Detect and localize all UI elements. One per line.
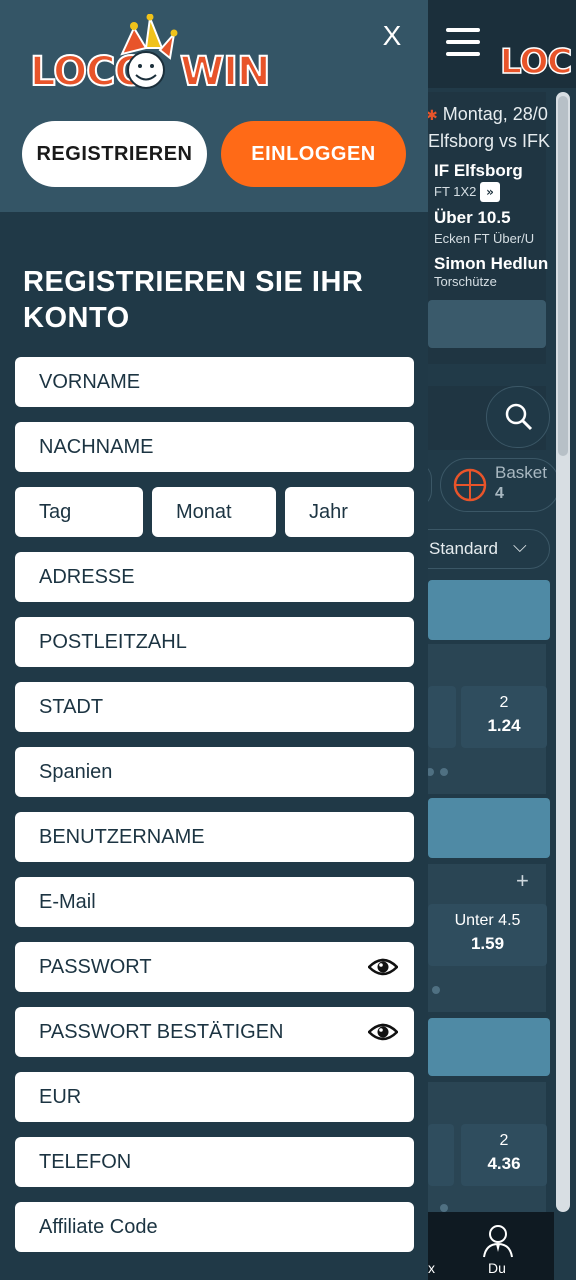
forward-icon: » — [480, 182, 500, 202]
birth-month-input[interactable] — [152, 487, 276, 537]
city-field[interactable] — [15, 682, 414, 732]
username-input[interactable] — [15, 812, 414, 862]
odds-value: 1.24 — [487, 716, 521, 735]
bet-selection-1: IF Elfsborg — [434, 161, 523, 180]
league-header-1[interactable] — [428, 580, 550, 640]
password-input[interactable] — [15, 942, 414, 992]
phone-input[interactable] — [15, 1137, 414, 1187]
affiliate-code-input[interactable] — [15, 1202, 414, 1252]
affiliate-code-field[interactable] — [15, 1202, 414, 1252]
birth-day-field[interactable] — [15, 487, 143, 537]
address-input[interactable] — [15, 552, 414, 602]
nav-item-profile-label: Du — [488, 1260, 506, 1276]
logo-text-right: WIN — [179, 49, 272, 95]
currency-input[interactable] — [15, 1072, 414, 1122]
eye-icon[interactable] — [368, 955, 398, 979]
birth-month-field[interactable] — [152, 487, 276, 537]
betslip-action-bar[interactable] — [428, 300, 546, 348]
pager-dot — [440, 768, 448, 776]
birth-year-field[interactable] — [285, 487, 414, 537]
bet-market-3: Torschütze — [434, 274, 497, 289]
bet-market-1: FT 1X2 — [434, 184, 477, 199]
league-header-2[interactable] — [428, 798, 550, 858]
odds-button-3-left[interactable] — [428, 1124, 454, 1186]
date-label: ✱ Montag, 28/0 — [426, 104, 548, 124]
sport-tab-count: 4 — [495, 485, 504, 502]
email-input[interactable] — [15, 877, 414, 927]
registration-drawer: LOCO WIN X REGISTRIEREN EINLOGGEN REGIST… — [0, 0, 428, 1280]
scrollbar-thumb[interactable] — [558, 96, 568, 456]
address-field[interactable] — [15, 552, 414, 602]
sort-label: Standard — [429, 539, 498, 558]
pager-dot — [440, 1204, 448, 1212]
odds-value: 4.36 — [487, 1154, 521, 1173]
odds-button-3[interactable]: 2 4.36 — [461, 1124, 547, 1186]
match-label: Elfsborg vs IFK — [428, 131, 551, 151]
eye-icon[interactable] — [368, 1020, 398, 1044]
country-select[interactable] — [15, 747, 414, 797]
bottom-navigation: x Du — [428, 1212, 554, 1280]
first-name-input[interactable] — [15, 357, 414, 407]
odds-label: 2 — [499, 1132, 509, 1149]
birth-day-input[interactable] — [15, 487, 143, 537]
postal-code-input[interactable] — [15, 617, 414, 667]
bet-selection-3: Simon Hedlun — [434, 254, 549, 273]
bet-market-2: Ecken FT Über/U — [434, 231, 535, 246]
password-confirm-input[interactable] — [15, 1007, 414, 1057]
city-input[interactable] — [15, 682, 414, 732]
currency-select[interactable] — [15, 1072, 414, 1122]
phone-field[interactable] — [15, 1137, 414, 1187]
sport-tab-label: Basket — [495, 463, 547, 482]
user-icon — [483, 1225, 513, 1258]
search-icon[interactable] — [486, 386, 550, 448]
pager-dot — [432, 986, 440, 994]
league-header-3[interactable] — [428, 1018, 550, 1076]
login-button[interactable]: EINLOGGEN — [221, 121, 406, 187]
password-field[interactable] — [15, 942, 414, 992]
close-button[interactable]: X — [376, 20, 408, 52]
country-input[interactable] — [15, 747, 414, 797]
first-name-field[interactable] — [15, 357, 414, 407]
birth-year-input[interactable] — [285, 487, 414, 537]
nav-item-label-partial[interactable]: x — [428, 1260, 435, 1276]
nav-item-profile[interactable]: Du — [474, 1222, 522, 1278]
username-field[interactable] — [15, 812, 414, 862]
chevron-down-icon: ⌵ — [513, 536, 527, 556]
register-button[interactable]: REGISTRIEREN — [22, 121, 207, 187]
postal-code-field[interactable] — [15, 617, 414, 667]
last-name-input[interactable] — [15, 422, 414, 472]
form-title: REGISTRIEREN SIE IHR KONTO — [23, 266, 364, 334]
odds-label: 2 — [499, 694, 509, 711]
odds-value: 1.59 — [470, 934, 505, 953]
plus-icon[interactable]: + — [516, 868, 529, 894]
sport-tab-basketball[interactable]: Basket 4 — [440, 458, 560, 512]
hamburger-menu-icon[interactable] — [446, 28, 480, 58]
last-name-field[interactable] — [15, 422, 414, 472]
background-logo: LOC — [499, 41, 573, 83]
email-field[interactable] — [15, 877, 414, 927]
bet-selection-2: Über 10.5 — [434, 208, 511, 227]
jester-mascot-icon — [120, 14, 178, 89]
password-confirm-field[interactable] — [15, 1007, 414, 1057]
odds-button-1[interactable]: 2 1.24 — [461, 686, 547, 748]
drawer-header: LOCO WIN X REGISTRIEREN EINLOGGEN — [0, 0, 428, 212]
odds-button-2[interactable]: Unter 4.5 1.59 — [428, 904, 547, 966]
odds-button-1-left[interactable] — [428, 686, 456, 748]
basketball-icon — [453, 468, 487, 502]
odds-label: Unter 4.5 — [454, 912, 521, 929]
